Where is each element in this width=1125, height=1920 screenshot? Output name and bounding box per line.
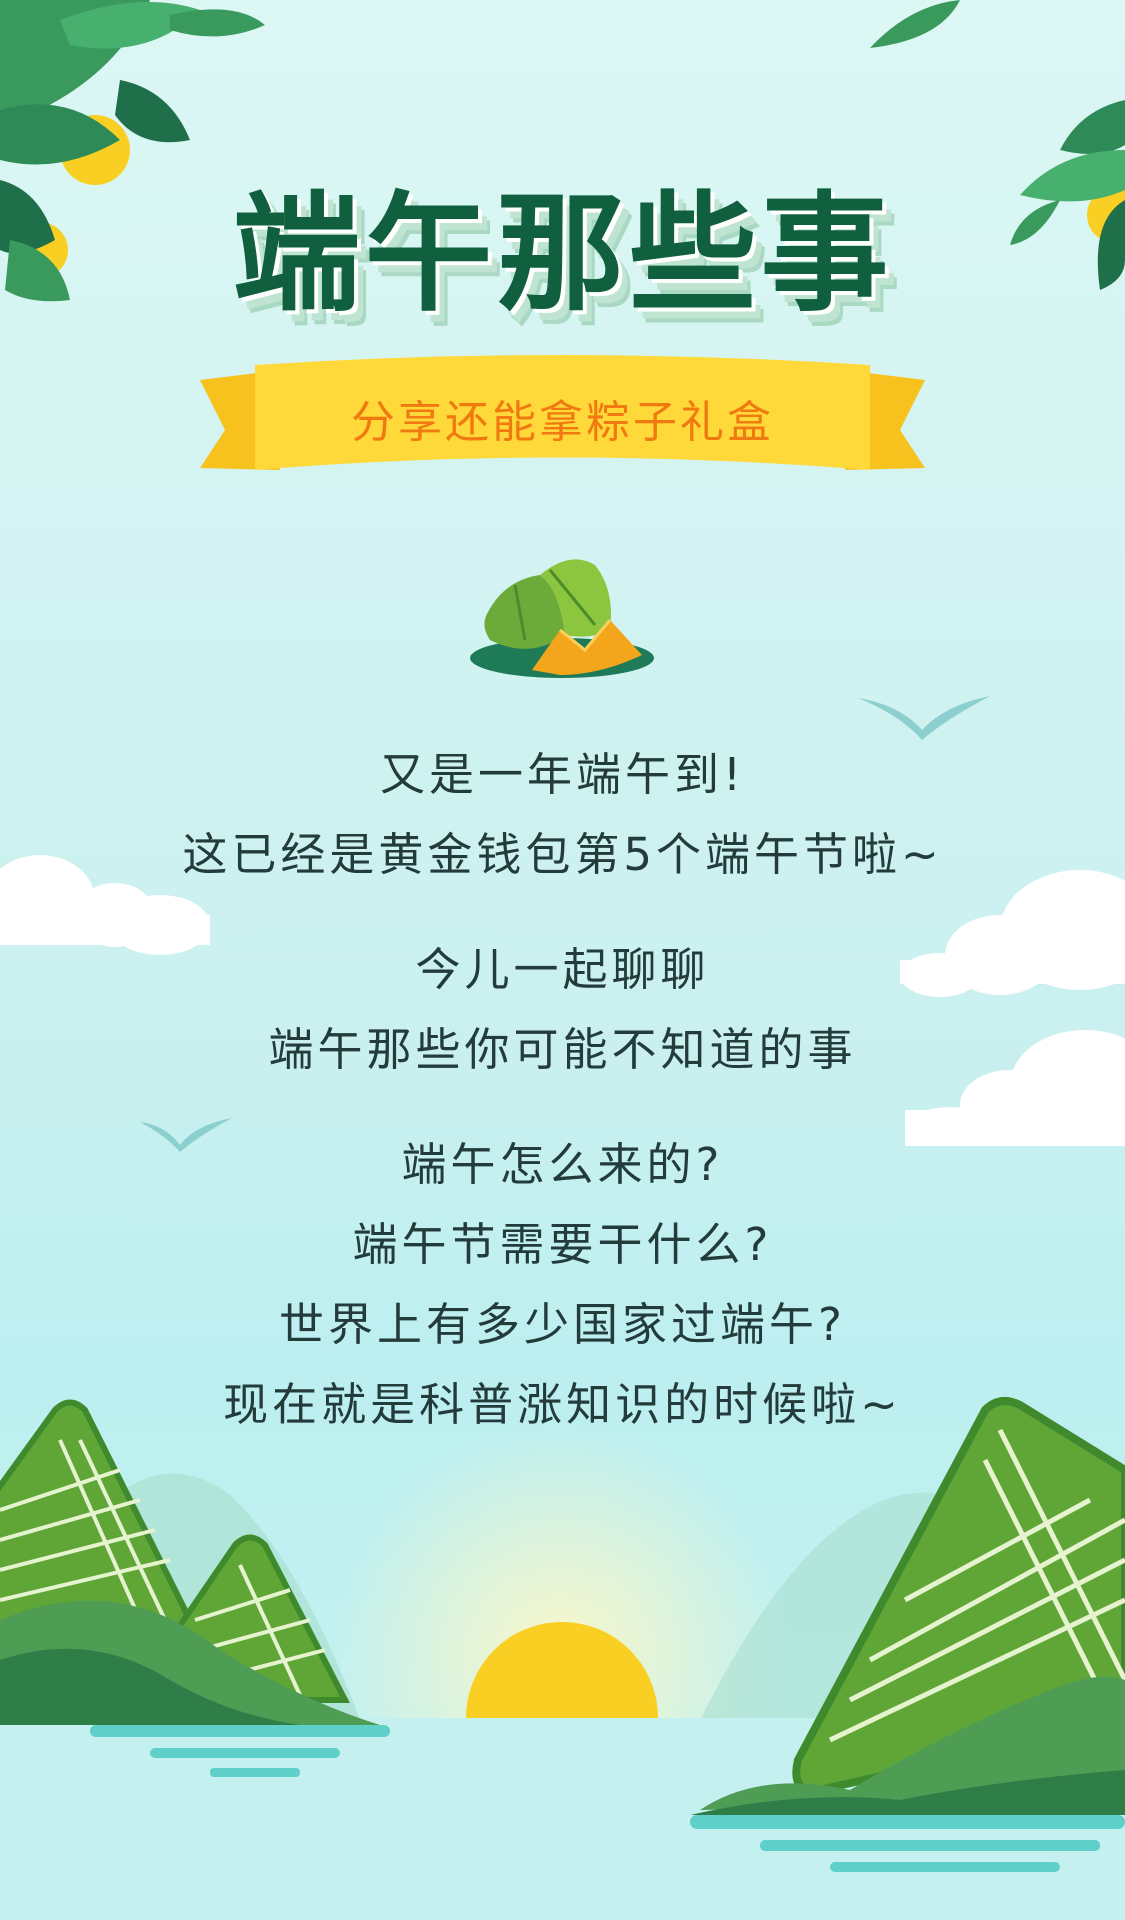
text-line: 世界上有多少国家过端午?: [279, 1298, 846, 1351]
invite-paragraph: 今儿一起聊聊 端午那些你可能不知道的事: [0, 930, 1125, 1090]
banner-text: 分享还能拿粽子礼盒: [351, 397, 774, 448]
text-line: 端午节需要干什么?: [352, 1218, 773, 1271]
text-line: 又是一年端午到!: [379, 748, 746, 801]
text-line: 端午那些你可能不知道的事: [268, 1023, 857, 1076]
text-line: 今儿一起聊聊: [415, 943, 710, 996]
questions-paragraph: 端午怎么来的? 端午节需要干什么? 世界上有多少国家过端午? 现在就是科普涨知识…: [0, 1125, 1125, 1445]
bird-icon: [858, 696, 990, 740]
page-title: 端午那些事: [232, 180, 893, 329]
zongzi-icon: [470, 559, 654, 678]
text-line: 端午怎么来的?: [401, 1138, 724, 1191]
text-line: 现在就是科普涨知识的时候啦~: [223, 1378, 902, 1431]
text-line: 这已经是黄金钱包第5个端午节啦~: [182, 828, 943, 881]
intro-paragraph: 又是一年端午到! 这已经是黄金钱包第5个端午节啦~: [0, 735, 1125, 895]
